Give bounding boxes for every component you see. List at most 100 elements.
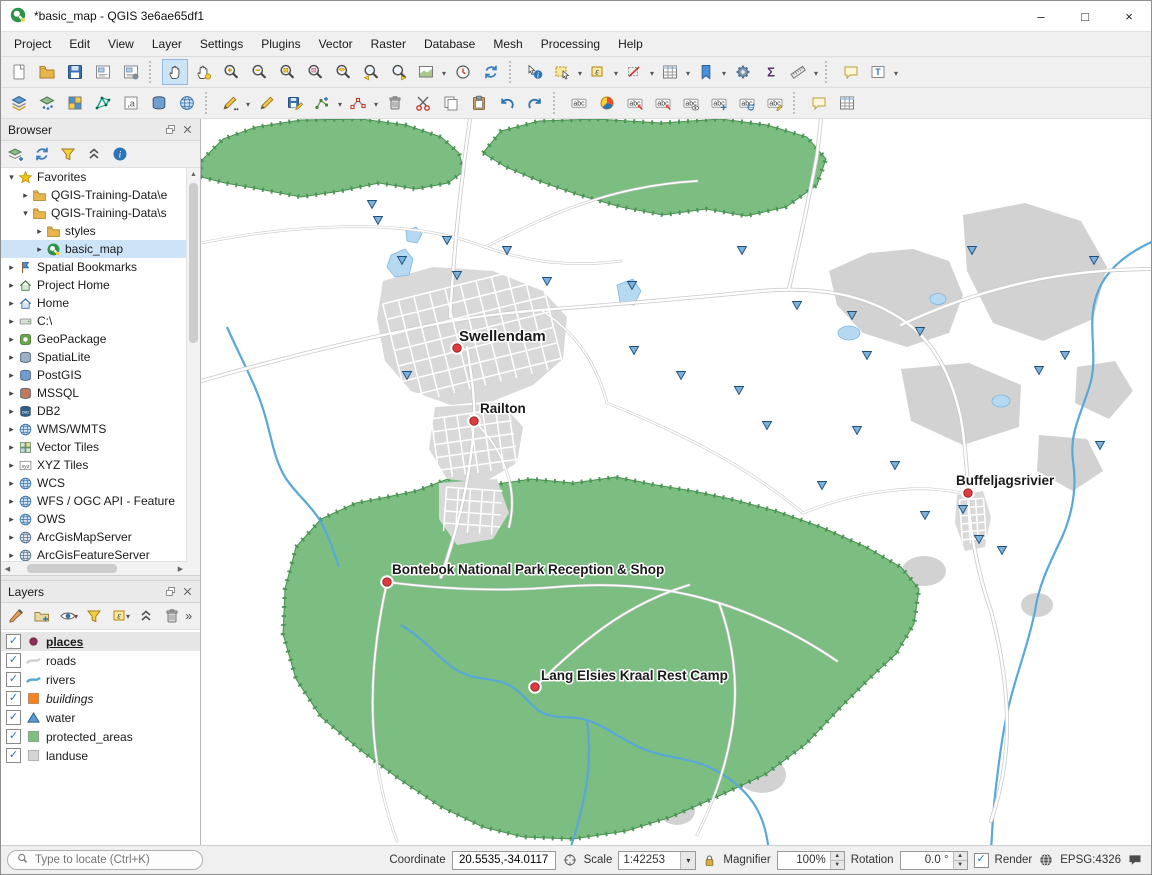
expander-closed-icon[interactable]: ▸ bbox=[5, 532, 18, 543]
layer-item-roads[interactable]: ✓roads bbox=[1, 651, 200, 670]
locate-box[interactable] bbox=[7, 850, 203, 870]
show-layout-manager-button[interactable] bbox=[118, 59, 144, 85]
zoom-in-button[interactable] bbox=[218, 59, 244, 85]
open-data-source-manager-button[interactable] bbox=[6, 90, 32, 116]
refresh-browser-button[interactable] bbox=[30, 142, 54, 166]
add-raster-layer-button[interactable] bbox=[62, 90, 88, 116]
browser-item-spatialite[interactable]: ▸SpatiaLite bbox=[1, 348, 187, 366]
add-wms-layer-button[interactable] bbox=[174, 90, 200, 116]
browser-item-spatial-bookmarks[interactable]: ▸Spatial Bookmarks bbox=[1, 258, 187, 276]
expander-closed-icon[interactable]: ▸ bbox=[19, 190, 32, 201]
browser-item-ows[interactable]: ▸OWS bbox=[1, 510, 187, 528]
browser-item-xyz-tiles[interactable]: ▸xyzXYZ Tiles bbox=[1, 456, 187, 474]
chevron-down-icon[interactable]: ▾ bbox=[74, 613, 78, 621]
browser-item-postgis[interactable]: ▸PostGIS bbox=[1, 366, 187, 384]
menu-mesh[interactable]: Mesh bbox=[484, 34, 531, 54]
new-print-layout-button[interactable] bbox=[90, 59, 116, 85]
chevron-down-icon[interactable]: ▾ bbox=[722, 70, 726, 78]
scroll-right-icon[interactable]: ▶ bbox=[174, 562, 187, 575]
new-project-button[interactable] bbox=[6, 59, 32, 85]
move-label-button[interactable]: abc bbox=[706, 90, 732, 116]
browser-item-db2[interactable]: ▸DB2DB2 bbox=[1, 402, 187, 420]
zoom-full-button[interactable] bbox=[274, 59, 300, 85]
expander-closed-icon[interactable]: ▸ bbox=[5, 280, 18, 291]
select-by-expression-button[interactable]: ε▾ bbox=[586, 59, 620, 85]
browser-item-c[interactable]: ▸C:\ bbox=[1, 312, 187, 330]
pan-map-to-selection-button[interactable] bbox=[190, 59, 216, 85]
collapse-all-button[interactable] bbox=[82, 142, 106, 166]
expander-closed-icon[interactable]: ▸ bbox=[5, 460, 18, 471]
rotate-label-button[interactable]: abc bbox=[734, 90, 760, 116]
magnifier-spinbox[interactable]: 100% ▲▼ bbox=[777, 851, 845, 870]
add-group-button[interactable] bbox=[30, 604, 54, 628]
filter-by-expression-button[interactable]: ε▾ bbox=[108, 604, 132, 628]
layer-diagram-options-button[interactable] bbox=[594, 90, 620, 116]
layer-visibility-checkbox[interactable]: ✓ bbox=[6, 691, 21, 706]
new-map-view-button[interactable]: ▾ bbox=[414, 59, 448, 85]
expander-closed-icon[interactable]: ▸ bbox=[5, 262, 18, 273]
map-canvas[interactable]: Swellendam Railton Buffeljagsrivier Bont… bbox=[201, 119, 1151, 845]
chevron-down-icon[interactable]: ▾ bbox=[374, 101, 378, 109]
properties-widget-button[interactable]: i bbox=[108, 142, 132, 166]
browser-item-wcs[interactable]: ▸WCS bbox=[1, 474, 187, 492]
menu-plugins[interactable]: Plugins bbox=[252, 34, 309, 54]
statistical-summary-button[interactable]: Σ bbox=[758, 59, 784, 85]
scroll-up-icon[interactable]: ▲ bbox=[187, 168, 200, 181]
zoom-out-button[interactable] bbox=[246, 59, 272, 85]
text-annotation-button[interactable]: T▾ bbox=[866, 59, 900, 85]
deselect-all-button[interactable]: ▾ bbox=[622, 59, 656, 85]
pin-unpin-labels-button[interactable]: abc bbox=[650, 90, 676, 116]
pan-map-button[interactable] bbox=[162, 59, 188, 85]
new-annotation-button[interactable] bbox=[806, 90, 832, 116]
menu-edit[interactable]: Edit bbox=[60, 34, 99, 54]
browser-item-qgis-training-data-e[interactable]: ▸QGIS-Training-Data\e bbox=[1, 186, 187, 204]
chevron-down-icon[interactable]: ▾ bbox=[686, 70, 690, 78]
lock-icon[interactable] bbox=[702, 853, 717, 868]
filter-browser-button[interactable] bbox=[56, 142, 80, 166]
save-layer-edits-button[interactable] bbox=[282, 90, 308, 116]
add-feature-button[interactable]: ▾ bbox=[310, 90, 344, 116]
expand-collapse-all-button[interactable] bbox=[134, 604, 158, 628]
menu-raster[interactable]: Raster bbox=[362, 34, 415, 54]
remove-layer-button[interactable] bbox=[160, 604, 184, 628]
new-spatial-bookmark-button[interactable]: ▾ bbox=[694, 59, 728, 85]
menu-view[interactable]: View bbox=[99, 34, 143, 54]
expander-closed-icon[interactable]: ▸ bbox=[5, 424, 18, 435]
layer-visibility-checkbox[interactable]: ✓ bbox=[6, 710, 21, 725]
browser-item-project-home[interactable]: ▸Project Home bbox=[1, 276, 187, 294]
add-delimited-text-layer-button[interactable]: ,a bbox=[118, 90, 144, 116]
expander-closed-icon[interactable]: ▸ bbox=[5, 514, 18, 525]
menu-project[interactable]: Project bbox=[5, 34, 60, 54]
expander-closed-icon[interactable]: ▸ bbox=[5, 370, 18, 381]
paste-features-button[interactable] bbox=[466, 90, 492, 116]
open-project-button[interactable] bbox=[34, 59, 60, 85]
layer-item-protected_areas[interactable]: ✓protected_areas bbox=[1, 727, 200, 746]
layer-item-landuse[interactable]: ✓landuse bbox=[1, 746, 200, 765]
filter-legend-button[interactable] bbox=[82, 604, 106, 628]
extents-toggle-icon[interactable] bbox=[562, 852, 578, 868]
copy-features-button[interactable] bbox=[438, 90, 464, 116]
browser-item-qgis-training-data-s[interactable]: ▾QGIS-Training-Data\s bbox=[1, 204, 187, 222]
add-selected-layers-button[interactable] bbox=[4, 142, 28, 166]
identify-features-button[interactable]: i bbox=[522, 59, 548, 85]
close-button[interactable]: × bbox=[1107, 1, 1151, 31]
refresh-map-button[interactable] bbox=[478, 59, 504, 85]
locate-input[interactable] bbox=[33, 853, 194, 867]
maximize-button[interactable]: □ bbox=[1063, 1, 1107, 31]
float-panel-icon[interactable] bbox=[162, 121, 179, 138]
horizontal-scrollbar[interactable]: ◀ ▶ bbox=[1, 561, 187, 575]
measure-line-button[interactable]: ▾ bbox=[786, 59, 820, 85]
expander-closed-icon[interactable]: ▸ bbox=[5, 496, 18, 507]
expander-closed-icon[interactable]: ▸ bbox=[5, 478, 18, 489]
layer-visibility-checkbox[interactable]: ✓ bbox=[6, 653, 21, 668]
open-layer-styling-button[interactable] bbox=[4, 604, 28, 628]
expander-closed-icon[interactable]: ▸ bbox=[5, 388, 18, 399]
redo-button[interactable] bbox=[522, 90, 548, 116]
browser-item-home[interactable]: ▸Home bbox=[1, 294, 187, 312]
zoom-to-layer-button[interactable] bbox=[330, 59, 356, 85]
close-panel-icon[interactable] bbox=[179, 583, 196, 600]
layer-visibility-checkbox[interactable]: ✓ bbox=[6, 729, 21, 744]
zoom-to-selection-button[interactable] bbox=[302, 59, 328, 85]
expander-closed-icon[interactable]: ▸ bbox=[5, 352, 18, 363]
layer-item-rivers[interactable]: ✓rivers bbox=[1, 670, 200, 689]
